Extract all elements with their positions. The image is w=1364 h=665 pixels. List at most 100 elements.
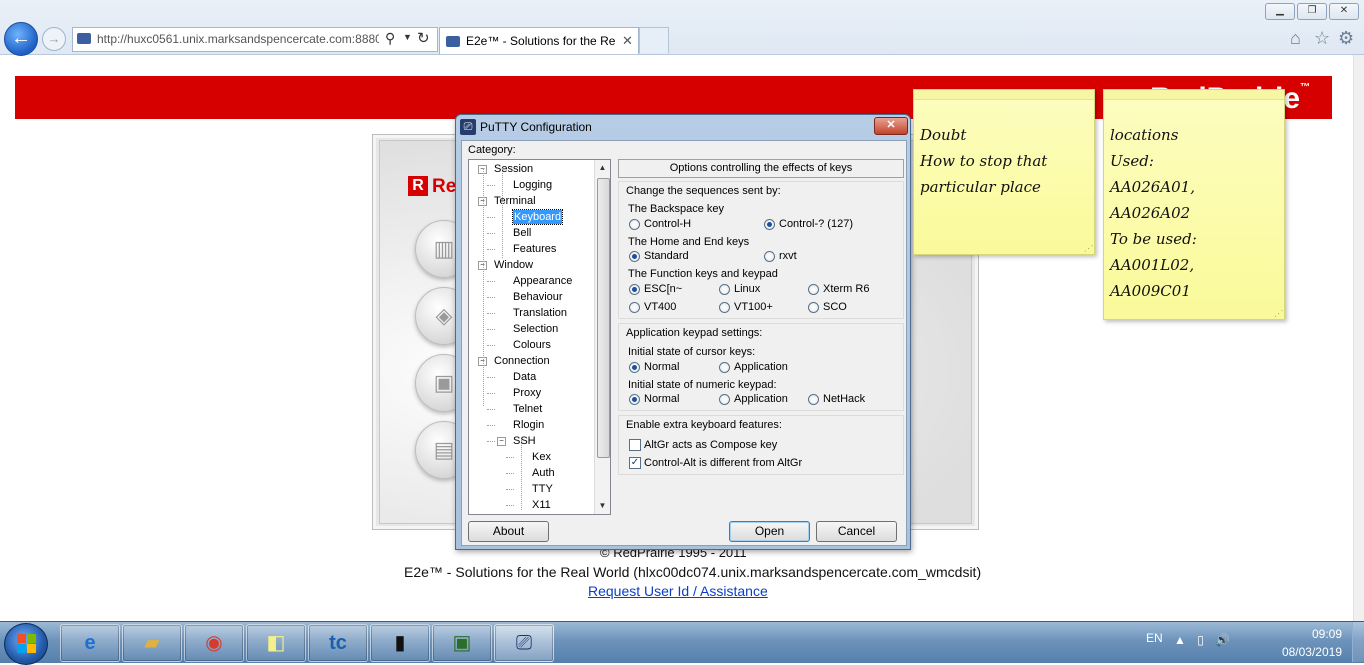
tree-item-window[interactable]: Window [494, 258, 533, 272]
tab-close-icon[interactable]: ✕ [622, 33, 633, 49]
fn-vt400-label[interactable]: VT400 [644, 301, 676, 313]
cursor-application-label[interactable]: Application [734, 361, 788, 373]
tree-item-auth[interactable]: Auth [532, 466, 555, 480]
tc-icon[interactable]: tc [308, 624, 368, 662]
scroll-up-icon[interactable]: ▲ [595, 160, 610, 175]
numeric-nethack-radio[interactable] [808, 394, 819, 405]
tree-item-tty[interactable]: TTY [532, 482, 553, 496]
fn-esc-label[interactable]: ESC[n~ [644, 283, 682, 295]
address-url[interactable]: http://huxc0561.unix.marksandspencercate… [97, 32, 379, 46]
sticky-note-titlebar[interactable] [914, 90, 1094, 100]
address-bar[interactable]: http://huxc0561.unix.marksandspencercate… [72, 27, 438, 52]
tree-item-telnet[interactable]: Telnet [513, 402, 542, 416]
numeric-normal-label[interactable]: Normal [644, 393, 679, 405]
numeric-nethack-label[interactable]: NetHack [823, 393, 865, 405]
new-tab-button[interactable] [639, 27, 669, 53]
clock-date[interactable]: 08/03/2019 [1275, 645, 1342, 659]
tree-item-features[interactable]: Features [513, 242, 556, 256]
page-scrollbar[interactable] [1353, 55, 1364, 621]
language-indicator[interactable]: EN [1146, 631, 1163, 645]
show-desktop-button[interactable] [1352, 622, 1364, 662]
refresh-icon[interactable]: ↻ [417, 29, 430, 47]
tree-item-connection[interactable]: Connection [494, 354, 550, 368]
monitor-icon[interactable]: ▣ [432, 624, 492, 662]
homeend-rxvt-radio[interactable] [764, 251, 775, 262]
tree-collapse-icon[interactable]: − [497, 437, 506, 446]
tree-item-x11[interactable]: X11 [532, 498, 551, 512]
backspace-127-radio[interactable] [764, 219, 775, 230]
search-icon[interactable]: ⚲ [385, 30, 395, 47]
fn-vt400-radio[interactable] [629, 302, 640, 313]
tree-item-selection[interactable]: Selection [513, 322, 558, 336]
fn-sco-label[interactable]: SCO [823, 301, 847, 313]
category-tree[interactable]: − Session Logging − Terminal Keyboard Bell Feat… [468, 159, 611, 515]
tree-item-rlogin[interactable]: Rlogin [513, 418, 544, 432]
tree-item-session[interactable]: Session [494, 162, 533, 176]
ctrl-alt-checkbox[interactable]: ✓ [629, 457, 641, 469]
forward-button[interactable]: → [42, 27, 66, 51]
homeend-standard-radio[interactable] [629, 251, 640, 262]
fn-esc-radio[interactable] [629, 284, 640, 295]
tree-item-logging[interactable]: Logging [513, 178, 552, 192]
backspace-ctrl-h-radio[interactable] [629, 219, 640, 230]
dropdown-icon[interactable]: ▼ [403, 32, 412, 42]
settings-gear-icon[interactable]: ⚙ [1338, 28, 1354, 49]
fn-sco-radio[interactable] [808, 302, 819, 313]
tray-icons[interactable]: ▲ ▯ 🔊 [1174, 633, 1234, 647]
ctrl-alt-label[interactable]: Control-Alt is different from AltGr [644, 457, 802, 469]
minimize-button[interactable]: ▁ [1265, 3, 1295, 20]
cmd-icon[interactable]: ▮ [370, 624, 430, 662]
resize-grip-icon[interactable]: ⋰ [1084, 244, 1092, 253]
fn-xterm-radio[interactable] [808, 284, 819, 295]
putty-icon[interactable]: ⎚ [494, 624, 554, 662]
scroll-down-icon[interactable]: ▼ [595, 498, 610, 513]
sticky-note-doubt[interactable]: Doubt How to stop that particular place … [913, 89, 1095, 255]
tree-item-data[interactable]: Data [513, 370, 536, 384]
homeend-standard-label[interactable]: Standard [644, 250, 689, 262]
cursor-application-radio[interactable] [719, 362, 730, 373]
tree-item-behaviour[interactable]: Behaviour [513, 290, 563, 304]
request-access-link[interactable]: Request User Id / Assistance [588, 583, 768, 599]
tree-item-ssh[interactable]: SSH [513, 434, 536, 448]
chrome-icon[interactable]: ◉ [184, 624, 244, 662]
tree-item-kex[interactable]: Kex [532, 450, 551, 464]
cursor-normal-radio[interactable] [629, 362, 640, 373]
start-button[interactable] [4, 623, 48, 665]
internet-explorer-icon[interactable]: e [60, 624, 120, 662]
altgr-compose-checkbox[interactable] [629, 439, 641, 451]
clock-time[interactable]: 09:09 [1292, 627, 1342, 641]
sticky-note-titlebar[interactable] [1104, 90, 1284, 100]
device-icon[interactable]: ▯ [1197, 633, 1208, 647]
tree-item-terminal[interactable]: Terminal [494, 194, 536, 208]
tree-item-translation[interactable]: Translation [513, 306, 567, 320]
resize-grip-icon[interactable]: ⋰ [1274, 309, 1282, 318]
putty-close-button[interactable]: ✕ [874, 117, 908, 135]
altgr-compose-label[interactable]: AltGr acts as Compose key [644, 439, 777, 451]
tree-item-keyboard[interactable]: Keyboard [511, 209, 564, 225]
numeric-normal-radio[interactable] [629, 394, 640, 405]
fn-vt100-label[interactable]: VT100+ [734, 301, 773, 313]
backspace-ctrl-h-label[interactable]: Control-H [644, 218, 691, 230]
volume-icon[interactable]: 🔊 [1215, 633, 1234, 647]
home-icon[interactable]: ⌂ [1290, 28, 1301, 49]
close-window-button[interactable]: ✕ [1329, 3, 1359, 20]
backspace-127-label[interactable]: Control-? (127) [779, 218, 853, 230]
tree-item-appearance[interactable]: Appearance [513, 274, 572, 288]
favorites-star-icon[interactable]: ☆ [1314, 28, 1330, 49]
cancel-button[interactable]: Cancel [816, 521, 897, 542]
browser-tab[interactable]: E2e™ - Solutions for the Re... ✕ [439, 27, 639, 54]
fn-xterm-label[interactable]: Xterm R6 [823, 283, 869, 295]
show-hidden-icon[interactable]: ▲ [1174, 633, 1190, 647]
folder-icon[interactable]: ▰ [122, 624, 182, 662]
fn-linux-radio[interactable] [719, 284, 730, 295]
about-button[interactable]: About [468, 521, 549, 542]
tree-scrollbar[interactable]: ▲ ▼ [594, 160, 610, 514]
restore-button[interactable]: ❐ [1297, 3, 1327, 20]
tree-item-proxy[interactable]: Proxy [513, 386, 541, 400]
tree-item-bell[interactable]: Bell [513, 226, 531, 240]
tree-item-colours[interactable]: Colours [513, 338, 551, 352]
numeric-application-label[interactable]: Application [734, 393, 788, 405]
numeric-application-radio[interactable] [719, 394, 730, 405]
scroll-thumb[interactable] [597, 178, 610, 458]
homeend-rxvt-label[interactable]: rxvt [779, 250, 797, 262]
